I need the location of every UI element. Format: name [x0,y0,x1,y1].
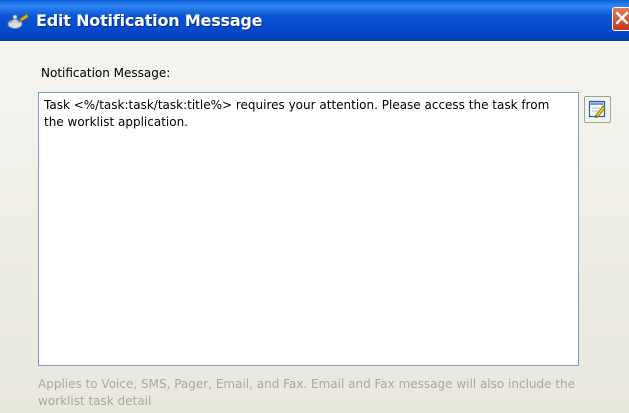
window-title: Edit Notification Message [36,11,263,30]
close-button[interactable] [612,7,629,31]
notification-message-textarea[interactable]: Task <%/task:task/task:title%> requires … [38,92,579,366]
title-bar[interactable]: Edit Notification Message [0,0,629,41]
edit-text-icon [588,100,606,119]
applies-to-hint: Applies to Voice, SMS, Pager, Email, and… [38,377,576,408]
oracle-task-icon [7,11,29,30]
close-icon [615,11,629,25]
edit-message-button[interactable] [584,96,611,123]
notification-message-label: Notification Message: [41,66,171,80]
